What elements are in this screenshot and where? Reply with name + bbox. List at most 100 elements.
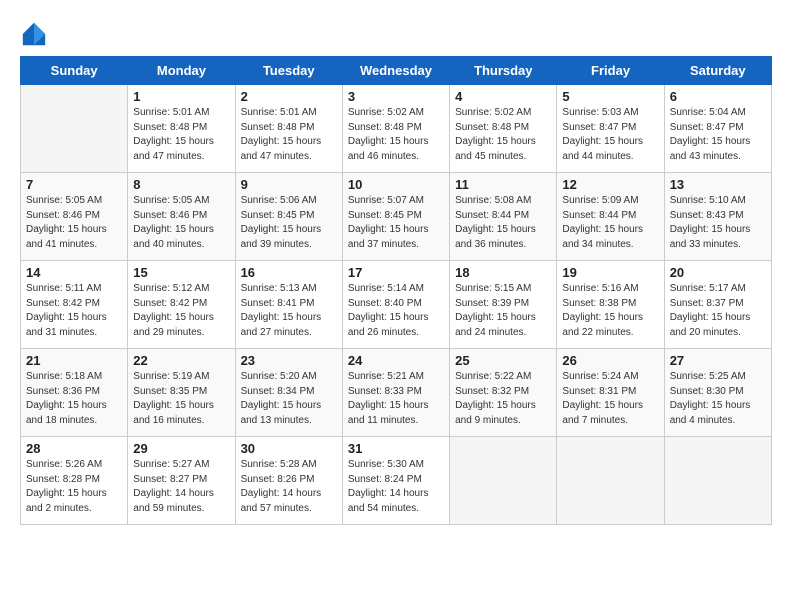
- day-number: 19: [562, 265, 658, 280]
- calendar-cell: 16 Sunrise: 5:13 AMSunset: 8:41 PMDayligh…: [235, 261, 342, 349]
- day-number: 26: [562, 353, 658, 368]
- day-info: Sunrise: 5:02 AMSunset: 8:48 PMDaylight:…: [348, 106, 444, 164]
- calendar-week-5: 28Sunrise: 5:26 AMSunset: 8:28 PMDayligh…: [21, 437, 772, 525]
- day-info: Sunrise: 5:25 AMSunset: 8:30 PMDaylight:…: [670, 370, 766, 428]
- day-number: 21: [26, 353, 122, 368]
- day-info: Sunrise: 5:12 AMSunset: 8:42 PMDaylight:…: [133, 282, 229, 340]
- calendar-cell: 21 Sunrise: 5:18 AMSunset: 8:36 PMDayligh…: [21, 349, 128, 437]
- day-info: Sunrise: 5:16 AMSunset: 8:38 PMDaylight:…: [562, 282, 658, 340]
- day-info: Sunrise: 5:21 AMSunset: 8:33 PMDaylight:…: [348, 370, 444, 428]
- day-number: 22: [133, 353, 229, 368]
- calendar-cell: 8 Sunrise: 5:05 AMSunset: 8:46 PMDaylight…: [128, 173, 235, 261]
- calendar-cell: 3 Sunrise: 5:02 AMSunset: 8:48 PMDaylight…: [342, 85, 449, 173]
- calendar-table: SundayMondayTuesdayWednesdayThursdayFrid…: [20, 56, 772, 525]
- day-info: Sunrise: 5:06 AMSunset: 8:45 PMDaylight:…: [241, 194, 337, 252]
- day-info: Sunrise: 5:13 AMSunset: 8:41 PMDaylight:…: [241, 282, 337, 340]
- day-info: Sunrise: 5:08 AMSunset: 8:44 PMDaylight:…: [455, 194, 551, 252]
- day-info: Sunrise: 5:27 AMSunset: 8:27 PMDaylight:…: [133, 458, 229, 516]
- weekday-header-saturday: Saturday: [664, 57, 771, 85]
- calendar-cell: 2 Sunrise: 5:01 AMSunset: 8:48 PMDaylight…: [235, 85, 342, 173]
- calendar-cell: 10Sunrise: 5:07 AMSunset: 8:45 PMDayligh…: [342, 173, 449, 261]
- day-number: 9: [241, 177, 337, 192]
- weekday-header-monday: Monday: [128, 57, 235, 85]
- calendar-cell: 12 Sunrise: 5:09 AMSunset: 8:44 PMDayligh…: [557, 173, 664, 261]
- calendar-cell: 23 Sunrise: 5:20 AMSunset: 8:34 PMDayligh…: [235, 349, 342, 437]
- day-number: 1: [133, 89, 229, 104]
- day-number: 27: [670, 353, 766, 368]
- day-number: 23: [241, 353, 337, 368]
- day-info: Sunrise: 5:01 AMSunset: 8:48 PMDaylight:…: [133, 106, 229, 164]
- calendar-cell: 9 Sunrise: 5:06 AMSunset: 8:45 PMDaylight…: [235, 173, 342, 261]
- day-info: Sunrise: 5:28 AMSunset: 8:26 PMDaylight:…: [241, 458, 337, 516]
- weekday-header-friday: Friday: [557, 57, 664, 85]
- weekday-header-sunday: Sunday: [21, 57, 128, 85]
- calendar-cell: 31 Sunrise: 5:30 AMSunset: 8:24 PMDayligh…: [342, 437, 449, 525]
- calendar-cell: 7 Sunrise: 5:05 AMSunset: 8:46 PMDaylight…: [21, 173, 128, 261]
- calendar-week-1: 1 Sunrise: 5:01 AMSunset: 8:48 PMDaylight…: [21, 85, 772, 173]
- calendar-cell: 28Sunrise: 5:26 AMSunset: 8:28 PMDayligh…: [21, 437, 128, 525]
- calendar-cell: [21, 85, 128, 173]
- day-info: Sunrise: 5:30 AMSunset: 8:24 PMDaylight:…: [348, 458, 444, 516]
- day-number: 12: [562, 177, 658, 192]
- calendar-cell: 30 Sunrise: 5:28 AMSunset: 8:26 PMDayligh…: [235, 437, 342, 525]
- calendar-cell: 25 Sunrise: 5:22 AMSunset: 8:32 PMDayligh…: [450, 349, 557, 437]
- calendar-cell: 1 Sunrise: 5:01 AMSunset: 8:48 PMDaylight…: [128, 85, 235, 173]
- calendar-cell: 17Sunrise: 5:14 AMSunset: 8:40 PMDayligh…: [342, 261, 449, 349]
- day-number: 20: [670, 265, 766, 280]
- day-number: 11: [455, 177, 551, 192]
- page-header: [20, 20, 772, 48]
- calendar-week-4: 21 Sunrise: 5:18 AMSunset: 8:36 PMDayligh…: [21, 349, 772, 437]
- day-number: 18: [455, 265, 551, 280]
- day-info: Sunrise: 5:22 AMSunset: 8:32 PMDaylight:…: [455, 370, 551, 428]
- weekday-header-thursday: Thursday: [450, 57, 557, 85]
- day-number: 7: [26, 177, 122, 192]
- day-number: 25: [455, 353, 551, 368]
- calendar-week-3: 14Sunrise: 5:11 AMSunset: 8:42 PMDayligh…: [21, 261, 772, 349]
- calendar-cell: 20 Sunrise: 5:17 AMSunset: 8:37 PMDayligh…: [664, 261, 771, 349]
- day-info: Sunrise: 5:05 AMSunset: 8:46 PMDaylight:…: [26, 194, 122, 252]
- day-info: Sunrise: 5:18 AMSunset: 8:36 PMDaylight:…: [26, 370, 122, 428]
- day-info: Sunrise: 5:04 AMSunset: 8:47 PMDaylight:…: [670, 106, 766, 164]
- calendar-cell: 27 Sunrise: 5:25 AMSunset: 8:30 PMDayligh…: [664, 349, 771, 437]
- day-info: Sunrise: 5:15 AMSunset: 8:39 PMDaylight:…: [455, 282, 551, 340]
- day-info: Sunrise: 5:09 AMSunset: 8:44 PMDaylight:…: [562, 194, 658, 252]
- calendar-cell: 11 Sunrise: 5:08 AMSunset: 8:44 PMDayligh…: [450, 173, 557, 261]
- logo-icon: [20, 20, 48, 48]
- calendar-cell: [450, 437, 557, 525]
- day-number: 15: [133, 265, 229, 280]
- day-number: 31: [348, 441, 444, 456]
- day-info: Sunrise: 5:03 AMSunset: 8:47 PMDaylight:…: [562, 106, 658, 164]
- calendar-cell: 29 Sunrise: 5:27 AMSunset: 8:27 PMDayligh…: [128, 437, 235, 525]
- day-info: Sunrise: 5:01 AMSunset: 8:48 PMDaylight:…: [241, 106, 337, 164]
- day-number: 30: [241, 441, 337, 456]
- day-number: 4: [455, 89, 551, 104]
- day-info: Sunrise: 5:20 AMSunset: 8:34 PMDaylight:…: [241, 370, 337, 428]
- day-number: 10: [348, 177, 444, 192]
- day-info: Sunrise: 5:11 AMSunset: 8:42 PMDaylight:…: [26, 282, 122, 340]
- calendar-week-2: 7 Sunrise: 5:05 AMSunset: 8:46 PMDaylight…: [21, 173, 772, 261]
- day-info: Sunrise: 5:26 AMSunset: 8:28 PMDaylight:…: [26, 458, 122, 516]
- day-number: 6: [670, 89, 766, 104]
- calendar-cell: 24Sunrise: 5:21 AMSunset: 8:33 PMDayligh…: [342, 349, 449, 437]
- day-number: 17: [348, 265, 444, 280]
- calendar-cell: 22 Sunrise: 5:19 AMSunset: 8:35 PMDayligh…: [128, 349, 235, 437]
- weekday-header-wednesday: Wednesday: [342, 57, 449, 85]
- weekday-header-tuesday: Tuesday: [235, 57, 342, 85]
- logo: [20, 20, 52, 48]
- day-info: Sunrise: 5:24 AMSunset: 8:31 PMDaylight:…: [562, 370, 658, 428]
- calendar-cell: 18 Sunrise: 5:15 AMSunset: 8:39 PMDayligh…: [450, 261, 557, 349]
- day-number: 2: [241, 89, 337, 104]
- day-info: Sunrise: 5:02 AMSunset: 8:48 PMDaylight:…: [455, 106, 551, 164]
- day-number: 13: [670, 177, 766, 192]
- calendar-cell: [664, 437, 771, 525]
- day-number: 8: [133, 177, 229, 192]
- day-info: Sunrise: 5:10 AMSunset: 8:43 PMDaylight:…: [670, 194, 766, 252]
- calendar-cell: 19 Sunrise: 5:16 AMSunset: 8:38 PMDayligh…: [557, 261, 664, 349]
- day-info: Sunrise: 5:05 AMSunset: 8:46 PMDaylight:…: [133, 194, 229, 252]
- day-number: 3: [348, 89, 444, 104]
- day-info: Sunrise: 5:17 AMSunset: 8:37 PMDaylight:…: [670, 282, 766, 340]
- day-number: 16: [241, 265, 337, 280]
- day-info: Sunrise: 5:19 AMSunset: 8:35 PMDaylight:…: [133, 370, 229, 428]
- calendar-cell: [557, 437, 664, 525]
- day-number: 29: [133, 441, 229, 456]
